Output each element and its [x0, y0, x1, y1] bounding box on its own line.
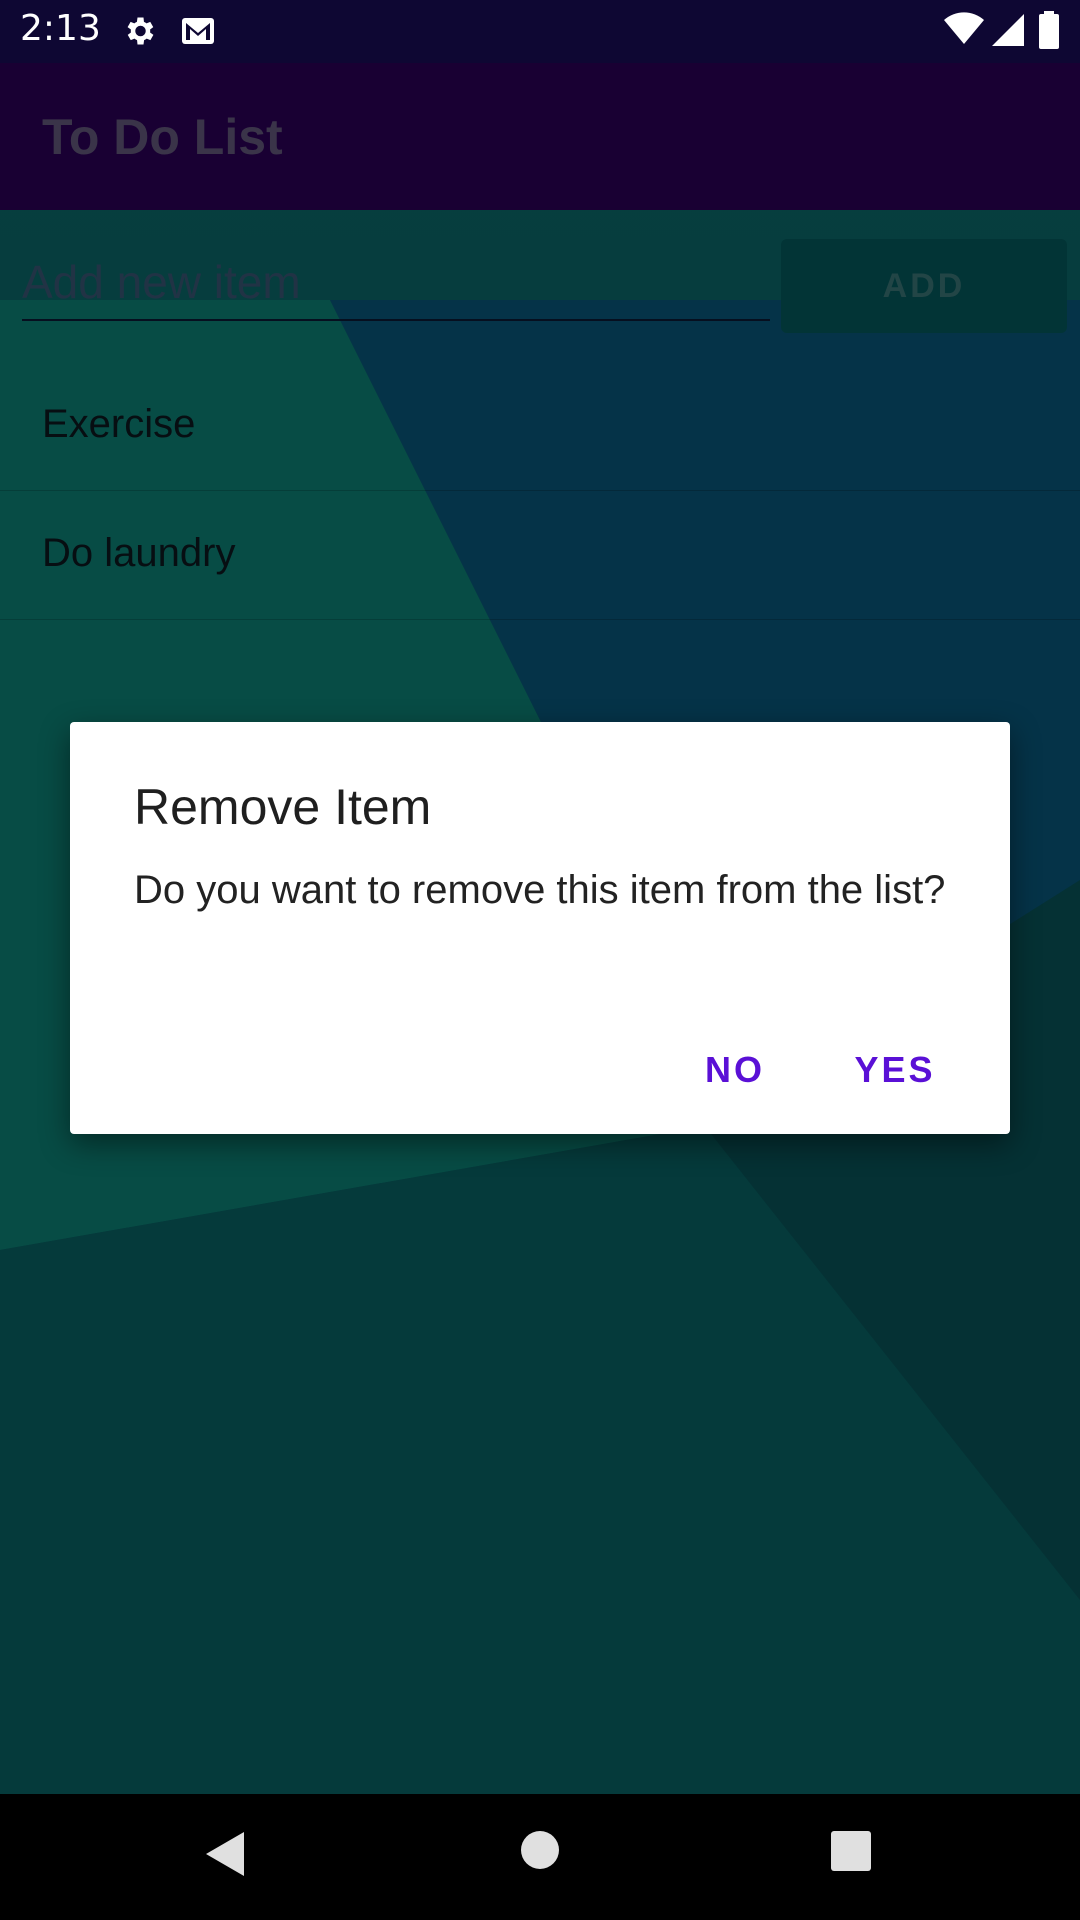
navigation-bar: [0, 1794, 1080, 1920]
remove-item-dialog: Remove Item Do you want to remove this i…: [70, 722, 1010, 1134]
wifi-icon: [944, 12, 984, 44]
back-icon[interactable]: [204, 1830, 246, 1878]
battery-icon: [1039, 11, 1059, 49]
signal-icon: [992, 14, 1024, 46]
dialog-title: Remove Item: [134, 779, 432, 835]
mail-icon: [182, 18, 214, 44]
gear-icon: [127, 17, 154, 45]
no-button[interactable]: NO: [670, 1038, 800, 1102]
dialog-message: Do you want to remove this item from the…: [134, 868, 946, 912]
recents-icon[interactable]: [831, 1831, 871, 1871]
home-icon[interactable]: [520, 1830, 560, 1870]
status-bar: 2:13: [0, 0, 1080, 63]
yes-button[interactable]: YES: [830, 1038, 960, 1102]
status-time: 2:13: [20, 8, 101, 49]
